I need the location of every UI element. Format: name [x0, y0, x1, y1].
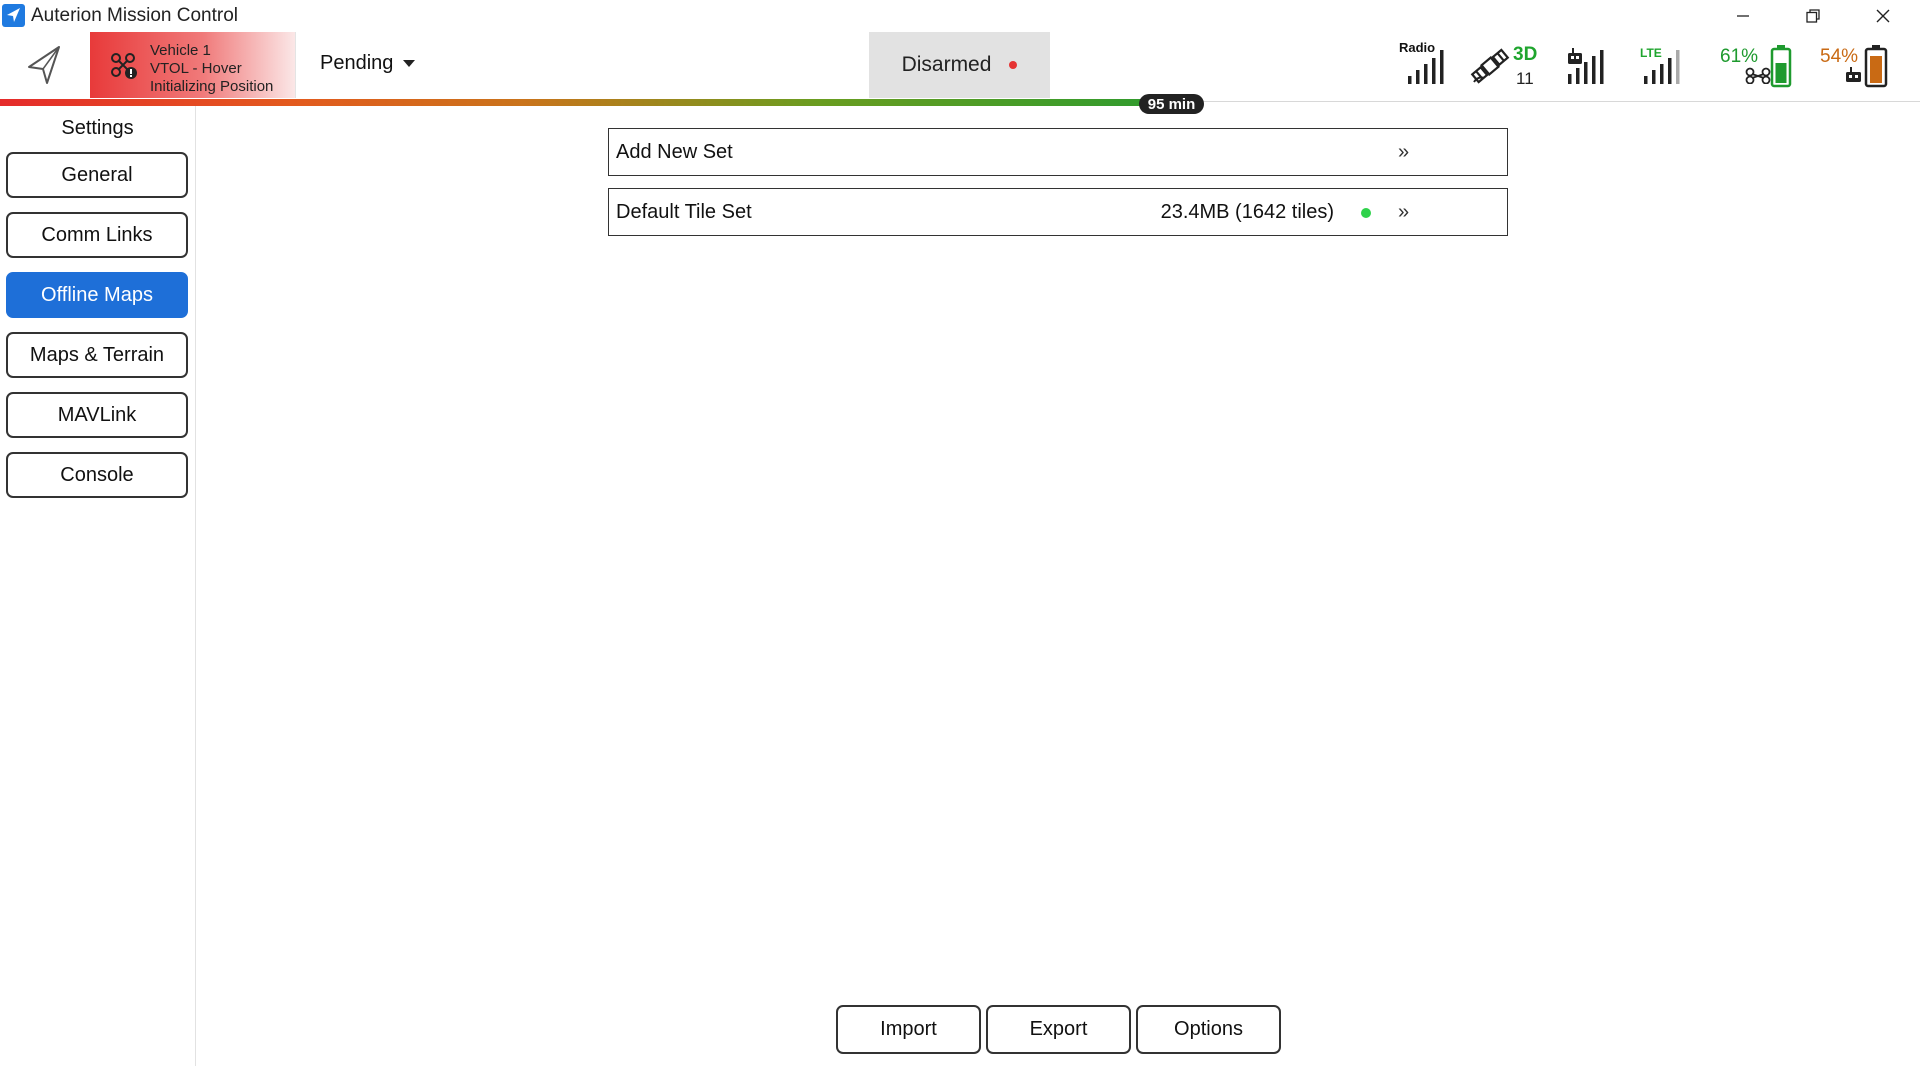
add-new-set-row[interactable]: Add New Set »: [608, 128, 1508, 176]
satellite-icon: [1470, 48, 1510, 84]
chevron-down-icon: [403, 60, 416, 67]
sidebar-item-offline-maps[interactable]: Offline Maps: [6, 272, 188, 318]
tile-set-name: Default Tile Set: [616, 201, 752, 223]
double-chevron-right-icon: »: [1398, 201, 1410, 223]
arm-status-dot: [1009, 61, 1018, 69]
toolbar-divider: [295, 32, 296, 98]
settings-title: Settings: [61, 117, 134, 139]
restore-icon[interactable]: [1778, 0, 1848, 32]
import-button[interactable]: Import: [836, 1005, 981, 1054]
vehicle-selector[interactable]: Vehicle 1 VTOL - Hover Initializing Posi…: [90, 32, 295, 98]
sidebar-item-general[interactable]: General: [6, 152, 188, 198]
tile-set-name: Add New Set: [616, 141, 733, 163]
rc-signal-indicator[interactable]: [1562, 32, 1616, 98]
lte-bars-icon: [1644, 50, 1680, 84]
sidebar-divider: [195, 106, 196, 1066]
vehicle-mode: VTOL - Hover: [150, 60, 242, 77]
export-button[interactable]: Export: [986, 1005, 1131, 1054]
paper-plane-icon: [28, 46, 60, 84]
vtol-warning-icon: [110, 52, 138, 85]
radio-signal-indicator[interactable]: Radio: [1396, 32, 1456, 98]
toolbar: Vehicle 1 VTOL - Hover Initializing Posi…: [0, 32, 1920, 98]
window-title: Auterion Mission Control: [31, 5, 238, 26]
battery-icon: [1864, 45, 1888, 88]
tile-set-row[interactable]: Default Tile Set 23.4MB (1642 tiles) »: [608, 188, 1508, 236]
battery-icon: [1770, 45, 1792, 88]
lte-signal-indicator[interactable]: LTE: [1636, 32, 1690, 98]
controller-icon: [1846, 67, 1861, 82]
sidebar-item-comm-links[interactable]: Comm Links: [6, 212, 188, 258]
vehicle-status: Initializing Position: [150, 78, 274, 95]
vehicle-battery-indicator[interactable]: 61%: [1718, 32, 1794, 98]
controller-battery-indicator[interactable]: 54%: [1818, 32, 1898, 98]
vehicle-name: Vehicle 1: [150, 42, 211, 59]
arm-state-label: Disarmed: [901, 53, 992, 76]
tile-set-status-dot: [1361, 208, 1371, 218]
options-button[interactable]: Options: [1136, 1005, 1281, 1054]
arm-state-button[interactable]: Disarmed: [869, 32, 1050, 98]
window-title-bar: Auterion Mission Control: [0, 0, 1920, 32]
sidebar-item-mavlink[interactable]: MAVLink: [6, 392, 188, 438]
minimize-icon[interactable]: [1708, 0, 1778, 32]
flight-mode-dropdown[interactable]: Pending: [320, 52, 416, 75]
controller-battery-percent: 54%: [1820, 46, 1859, 67]
vehicle-battery-percent: 61%: [1720, 46, 1759, 67]
gps-satellite-count: 11: [1516, 69, 1534, 88]
signal-bars-icon: [1408, 50, 1444, 84]
gps-fix-label: 3D: [1513, 44, 1538, 65]
toolbar-bottom-border: [1168, 101, 1920, 102]
sidebar-item-console[interactable]: Console: [6, 452, 188, 498]
double-chevron-right-icon: »: [1398, 141, 1410, 163]
plan-view-button[interactable]: [0, 32, 90, 98]
sidebar-item-maps-terrain[interactable]: Maps & Terrain: [6, 332, 188, 378]
flight-mode-label: Pending: [320, 52, 394, 74]
flight-time-progress-bar: [0, 99, 1168, 106]
flight-time-remaining: 95 min: [1139, 94, 1204, 114]
tile-set-size: 23.4MB (1642 tiles): [1160, 201, 1334, 223]
close-icon[interactable]: [1848, 0, 1918, 32]
app-logo-icon: [2, 4, 25, 27]
rc-controller-signal-icon: [1568, 48, 1604, 84]
gps-indicator[interactable]: 3D 11: [1466, 32, 1546, 98]
